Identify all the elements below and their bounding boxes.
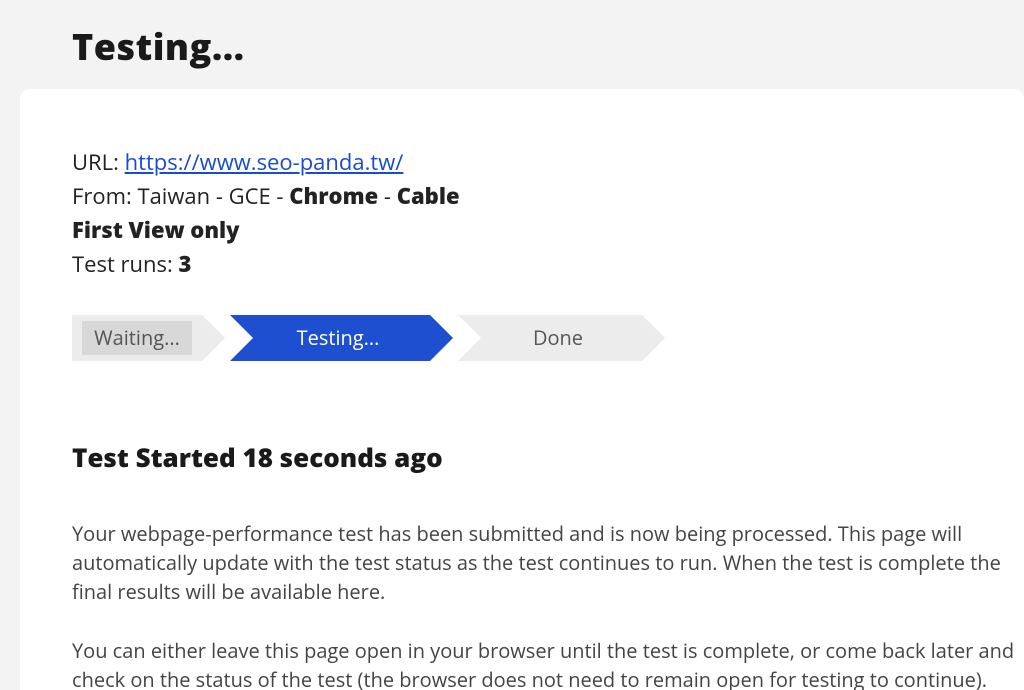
progress-step-done-label: Done [533,324,583,351]
url-label: URL: [72,147,119,177]
progress-bar: Waiting... Testing... Done [72,315,1024,361]
page-title: Testing... [0,0,1024,89]
from-label: From: [72,181,132,211]
progress-step-waiting-label: Waiting... [82,321,192,355]
progress-step-done: Done [458,315,642,361]
progress-step-testing: Testing... [230,315,430,361]
meta-runs-line: Test runs: 3 [72,249,1024,281]
status-para-2: You can either leave this page open in y… [72,636,1024,690]
status-heading: Test Started 18 seconds ago [72,439,1024,475]
meta-from-line: From: Taiwan - GCE - Chrome - Cable [72,181,1024,213]
meta-url-line: URL: https://www.seo-panda.tw/ [72,147,1024,179]
from-location: Taiwan - GCE [137,181,270,211]
meta-block: URL: https://www.seo-panda.tw/ From: Tai… [72,147,1024,281]
test-card: URL: https://www.seo-panda.tw/ From: Tai… [20,89,1024,690]
meta-view-mode: First View only [72,215,1024,247]
runs-count: 3 [178,249,191,279]
runs-label: Test runs: [72,249,173,279]
from-browser: Chrome [289,181,378,211]
page-root: Testing... URL: https://www.seo-panda.tw… [0,0,1024,690]
status-body: Your webpage-performance test has been s… [72,519,1024,690]
url-link[interactable]: https://www.seo-panda.tw/ [125,147,404,177]
status-para-1: Your webpage-performance test has been s… [72,519,1024,606]
from-connection: Cable [397,181,460,211]
progress-step-waiting: Waiting... [72,315,202,361]
progress-step-testing-label: Testing... [297,324,380,351]
